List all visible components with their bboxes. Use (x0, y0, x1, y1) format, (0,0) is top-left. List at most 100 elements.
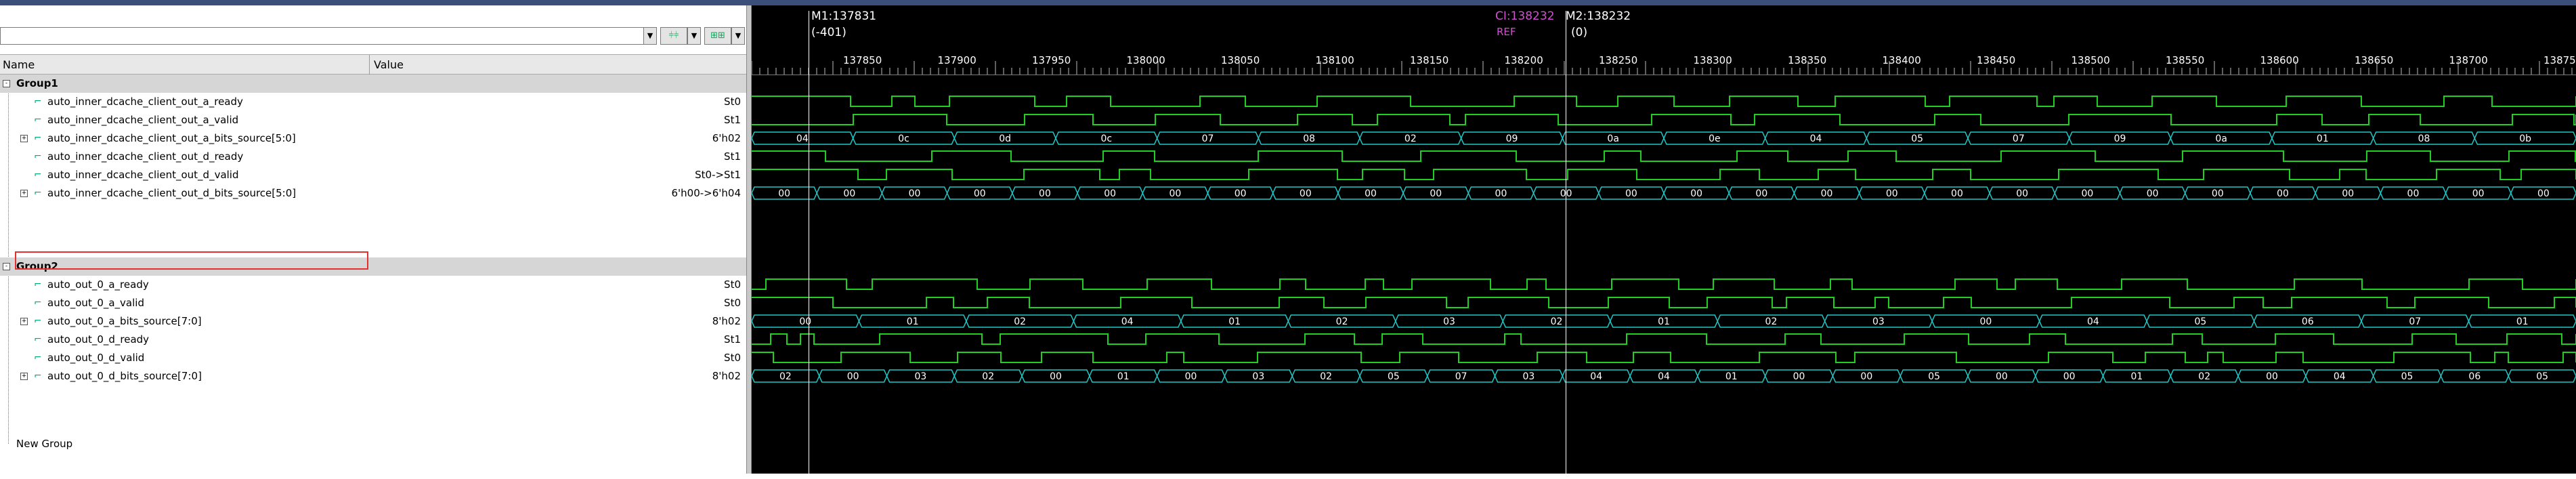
toolbar: ▼ ⫩⫩ ▼ ⊞⊞ ▼ (0, 24, 746, 51)
ruler-tick-label: 13875 (2543, 54, 2576, 66)
ruler-tick-label: 138000 (1126, 54, 1165, 66)
selected-group-outline (15, 251, 368, 270)
signal-list-pane: ▼ ⫩⫩ ▼ ⊞⊞ ▼ Name Value - Group1 ⌐ auto_in… (0, 5, 746, 474)
ruler-tick-label: 137850 (843, 54, 882, 66)
scalar-trace (752, 352, 2576, 363)
expand-icon[interactable]: + (20, 190, 28, 197)
signal-value: 8'h02 (712, 370, 741, 382)
signal-wave-icon: ⌐ (34, 96, 42, 107)
signal-tool-button[interactable]: ⫩⫩ (660, 27, 687, 45)
bus-value-label: 00 (1996, 371, 2008, 382)
signal-value: St1 (724, 150, 741, 163)
signal-row[interactable]: + ⌐ auto_inner_dcache_client_out_a_bits_so… (0, 129, 746, 148)
bus-value-label: 00 (974, 188, 986, 199)
marker-ci-label[interactable]: CI:138232 (1495, 9, 1555, 23)
signal-name: auto_out_0_d_valid (47, 352, 145, 364)
signal-row[interactable]: ⌐ auto_out_0_a_valid St0 (0, 294, 746, 312)
bus-value-label: 00 (1821, 188, 1833, 199)
signal-value: 6'h00->6'h04 (671, 187, 741, 199)
signal-value: St0 (724, 96, 741, 108)
new-group-row[interactable]: New Group (0, 435, 746, 453)
signal-row[interactable]: + ⌐ auto_out_0_a_bits_source[7:0] 8'h02 (0, 312, 746, 331)
bus-value-label: 04 (2087, 316, 2099, 327)
collapse-icon[interactable]: - (3, 80, 10, 87)
bus-value-label: 04 (1121, 316, 1134, 327)
group-tool-button[interactable]: ⊞⊞ (704, 27, 731, 45)
ruler-tick-label: 138450 (1977, 54, 2016, 66)
search-input[interactable] (0, 27, 647, 45)
expand-icon[interactable]: + (20, 135, 28, 142)
column-value-header[interactable]: Value (374, 58, 404, 71)
bus-value-label: 00 (1300, 188, 1312, 199)
bus-value-label: 00 (2081, 188, 2093, 199)
signal-row[interactable]: ⌐ auto_inner_dcache_client_out_a_ready St0 (0, 93, 746, 111)
signal-row[interactable]: + ⌐ auto_out_0_d_bits_source[7:0] 8'h02 (0, 367, 746, 386)
scalar-trace (752, 150, 2576, 162)
bus-value-label: 00 (2016, 188, 2028, 199)
signal-wave-icon: ⌐ (34, 151, 42, 162)
scalar-trace (752, 169, 2576, 180)
ruler-tick-label: 138400 (1882, 54, 1921, 66)
time-ruler[interactable] (751, 51, 2576, 75)
marker-m2-label[interactable]: M2:138232 (1566, 9, 1631, 23)
group-dropdown-icon[interactable]: ▼ (731, 27, 745, 45)
signal-row[interactable]: ⌐ auto_out_0_d_valid St0 (0, 349, 746, 367)
signal-row[interactable]: ⌐ auto_out_0_d_ready St1 (0, 331, 746, 349)
signal-wave-icon: ⌐ (34, 169, 42, 180)
expand-icon[interactable]: + (20, 318, 28, 325)
bus-value-label: 00 (2472, 188, 2485, 199)
signal-wave-icon: ⌐ (34, 352, 42, 363)
bus-value-label: 05 (2401, 371, 2413, 382)
bus-value-label: 00 (2407, 188, 2420, 199)
bus-value-label: 02 (1551, 316, 1563, 327)
bus-value-label: 03 (1443, 316, 1455, 327)
signal-row[interactable]: + ⌐ auto_inner_dcache_client_out_d_bits_so… (0, 184, 746, 203)
bus-value-label: 06 (2468, 371, 2481, 382)
bus-value-label: 00 (1860, 371, 1872, 382)
signal-row[interactable]: ⌐ auto_out_0_a_ready St0 (0, 276, 746, 294)
marker-m1-label[interactable]: M1:137831 (811, 9, 876, 23)
bus-value-label: 00 (1104, 188, 1116, 199)
pane-splitter[interactable] (746, 5, 752, 474)
marker-m1-delta: (-401) (811, 26, 846, 39)
bus-value-label: 00 (2277, 188, 2289, 199)
expand-icon[interactable]: + (20, 373, 28, 380)
signal-wave-icon: ⌐ (34, 334, 42, 345)
bus-value-label: 05 (2194, 316, 2206, 327)
bus-value-label: 02 (982, 371, 994, 382)
bus-value-label: 01 (907, 316, 919, 327)
signal-name: auto_out_0_d_ready (47, 333, 150, 346)
bus-value-label: 0e (1709, 133, 1721, 144)
bus-value-label: 00 (1169, 188, 1181, 199)
ruler-tick-label: 137950 (1032, 54, 1071, 66)
bus-value-label: 03 (1872, 316, 1885, 327)
signal-row[interactable]: ⌐ auto_inner_dcache_client_out_d_ready St1 (0, 148, 746, 166)
bus-value-label: 01 (2317, 133, 2329, 144)
bus-value-label: 01 (1725, 371, 1738, 382)
wave-g2-d-bits: 02 00 03 02 00 01 00 03 02 05 07 03 04 04 01 00 00 05 00 00… (752, 369, 2576, 383)
bus-value-label: 0a (1607, 133, 1619, 144)
column-name-header[interactable]: Name (3, 58, 35, 71)
ruler-tick-label: 138250 (1599, 54, 1638, 66)
bus-value-label: 00 (843, 188, 855, 199)
ruler-tick-label: 138600 (2260, 54, 2299, 66)
signal-row[interactable]: ⌐ auto_inner_dcache_client_out_a_valid St1 (0, 111, 746, 129)
search-dropdown-icon[interactable]: ▼ (643, 27, 657, 45)
scalar-trace (752, 114, 2576, 125)
bus-value-label: 00 (778, 188, 790, 199)
tool-dropdown-icon[interactable]: ▼ (687, 27, 701, 45)
signal-wave-icon: ⌐ (34, 114, 42, 125)
bus-value-label: 0d (999, 133, 1011, 144)
bus-value-label: 02 (1336, 316, 1348, 327)
waveform-canvas[interactable]: 04 0c 0d 0c 07 08 02 09 0a 0e 04 05 07 09 0a 01 08 0b00 00… (752, 75, 2576, 475)
ruler-tick-label: 138200 (1504, 54, 1543, 66)
signal-value: St0 (724, 297, 741, 309)
bus-value-label: 00 (2063, 371, 2076, 382)
bus-value-label: 00 (847, 371, 859, 382)
group-row-group1[interactable]: - Group1 (0, 75, 746, 93)
collapse-icon[interactable]: - (3, 263, 10, 270)
signal-row[interactable]: ⌐ auto_inner_dcache_client_out_d_valid St0… (0, 166, 746, 184)
bus-value-label: 0a (2215, 133, 2227, 144)
signal-name: auto_out_0_a_ready (47, 278, 149, 291)
bus-value-label: 07 (1455, 371, 1467, 382)
